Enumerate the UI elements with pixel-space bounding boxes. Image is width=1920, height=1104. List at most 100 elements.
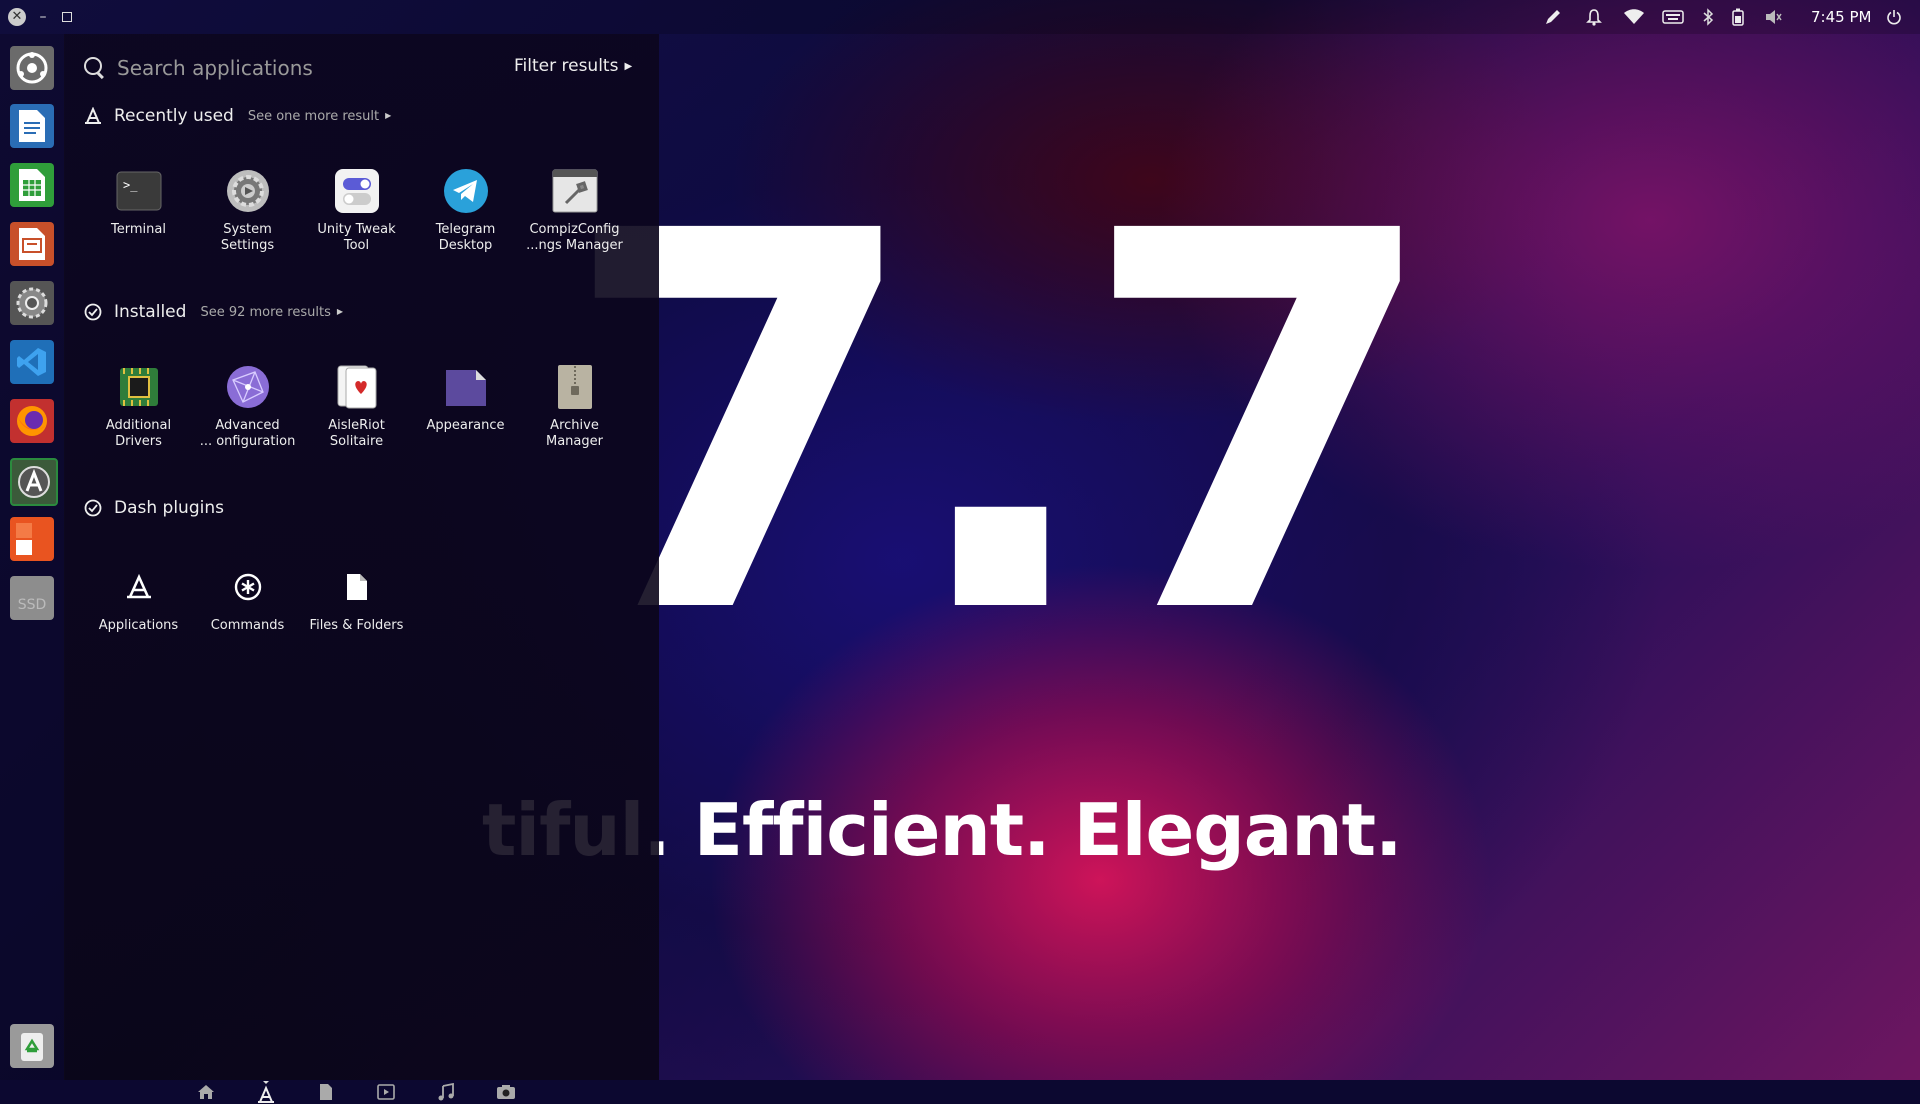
app-label-line1: AisleRiot [328,418,385,433]
see-more-installed-label: See 92 more results [200,304,331,320]
check-circle-icon [84,303,102,321]
minimize-window-button[interactable]: – [34,8,52,26]
home-lens-icon[interactable] [195,1081,217,1103]
top-panel: ✕ – 7:45 PM [0,0,1920,34]
filter-results-button[interactable]: Filter results ▶ [514,56,632,76]
app-label-line2: ... onfiguration [199,434,296,449]
commands-plugin-icon [223,562,273,612]
installed-title: Installed [114,302,187,322]
wifi-icon[interactable] [1622,0,1646,34]
app-label-line1: Telegram [435,222,496,237]
gear-icon [223,166,273,216]
triangle-right-icon: ▶ [624,61,633,72]
app-label-line1: Archive [550,418,599,433]
dash-home-button[interactable] [10,46,54,90]
applications-plugin-icon [114,562,164,612]
app-tile-telegram-desktop[interactable]: Telegram Desktop [411,166,520,254]
plugin-tile-files-folders[interactable]: Files & Folders [302,562,411,634]
firefox-icon[interactable] [10,399,54,443]
power-icon[interactable] [1883,0,1905,34]
system-settings-icon[interactable] [10,281,54,325]
see-more-recent-link[interactable]: See one more result ▶ [248,109,391,124]
filter-results-label: Filter results [514,56,619,76]
wallpaper-version-text: 7.7 [560,122,1441,728]
file-plugin-icon [332,562,382,612]
playing-cards-icon [332,362,382,412]
pen-icon[interactable] [1542,0,1564,34]
app-tile-additional-drivers[interactable]: Additional Drivers [84,362,193,450]
app-tile-appearance[interactable]: Appearance [411,362,520,434]
see-more-installed-link[interactable]: See 92 more results ▶ [200,305,343,320]
app-tile-system-settings[interactable]: System Settings [193,166,302,254]
app-label-line1: Unity Tweak [317,222,396,237]
dash-overlay: Filter results ▶ Recently used See one mo… [64,34,659,1103]
files-lens-icon[interactable] [315,1081,337,1103]
clock[interactable]: 7:45 PM [1811,8,1871,26]
app-label-line2: Manager [546,434,603,449]
triangle-right-icon: ▶ [336,306,344,316]
volume-icon[interactable] [1763,0,1785,34]
app-tile-archive-manager[interactable]: Archive Manager [520,362,629,450]
triangle-right-icon: ▶ [385,110,392,120]
keyboard-icon[interactable] [1660,0,1686,34]
music-lens-icon[interactable] [435,1081,457,1103]
app-label-line1: Additional [105,418,172,433]
appearance-icon [441,362,491,412]
app-label: Applications [98,618,179,633]
chip-icon [114,362,164,412]
libreoffice-impress-icon[interactable] [10,222,54,266]
app-label-line2: Settings [220,238,275,253]
vscode-icon[interactable] [10,340,54,384]
recently-used-header: Recently used See one more result ▶ [84,106,391,126]
compizconfig-icon [550,166,600,216]
plugin-tile-commands[interactable]: Commands [193,562,302,634]
ssd-drive-icon[interactable]: SSD [10,576,54,620]
libreoffice-calc-icon[interactable] [10,163,54,207]
app-tile-unity-tweak-tool[interactable]: Unity Tweak Tool [302,166,411,254]
check-circle-icon [84,499,102,517]
installed-header: Installed See 92 more results ▶ [84,302,343,322]
recently-used-title: Recently used [114,106,234,126]
dash-plugins-title: Dash plugins [114,498,224,518]
app-tile-advanced-configuration[interactable]: Advanced ... onfiguration [193,362,302,450]
app-label: Commands [210,618,285,633]
trash-icon[interactable] [10,1024,54,1068]
search-input[interactable] [115,52,499,84]
applications-lens-icon[interactable] [255,1081,277,1103]
close-window-button[interactable]: ✕ [8,8,26,26]
app-label-line2: ...ngs Manager [526,238,623,253]
app-label-line2: Solitaire [329,434,384,449]
bell-icon[interactable] [1583,0,1605,34]
app-label: Terminal [111,222,166,237]
plugin-tile-applications[interactable]: Applications [84,562,193,634]
telegram-icon [441,166,491,216]
maximize-window-button[interactable] [58,8,76,26]
video-lens-icon[interactable] [375,1081,397,1103]
launcher: SSD [0,34,65,1080]
app-tile-aisleriot-solitaire[interactable]: AisleRiot Solitaire [302,362,411,450]
search-icon [84,57,102,75]
libreoffice-writer-icon[interactable] [10,104,54,148]
terminal-icon: >_ [114,166,164,216]
app-tile-compizconfig[interactable]: CompizConfig ...ngs Manager [520,166,629,254]
svg-text:>_: >_ [123,178,138,192]
applications-category-icon [84,107,102,125]
app-label: Files & Folders [309,618,404,633]
app-label-line2: Drivers [115,434,162,449]
archive-zip-icon [550,362,600,412]
dash-plugins-header: Dash plugins [84,498,238,518]
toggle-switches-icon [332,166,382,216]
app-label-line1: System [223,222,272,237]
battery-icon[interactable] [1729,0,1747,34]
app-label-line2: Tool [343,238,370,253]
globe-network-icon [223,362,273,412]
software-updater-icon[interactable] [10,458,58,506]
app-label-line1: Advanced [215,418,280,433]
ssd-label: SSD [17,597,47,613]
app-tile-terminal[interactable]: >_ Terminal [84,166,193,238]
photo-lens-icon[interactable] [495,1081,517,1103]
app-label-line1: CompizConfig [529,222,620,237]
app-label-line2: Desktop [438,238,493,253]
ubuntu-software-icon[interactable] [10,517,54,561]
bluetooth-icon[interactable] [1699,0,1717,34]
